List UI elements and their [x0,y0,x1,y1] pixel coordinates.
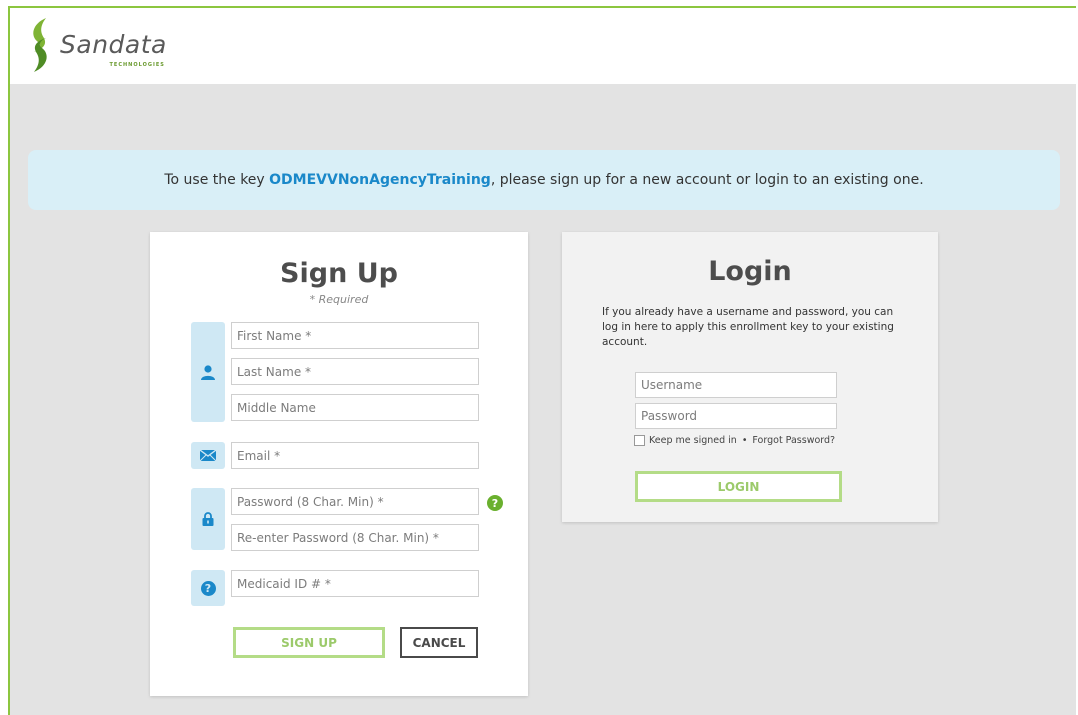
signup-button[interactable]: SIGN UP [233,627,385,658]
password-input[interactable] [231,488,479,515]
remember-row: Keep me signed in • Forgot Password? [634,435,835,446]
login-password-input[interactable] [635,403,837,429]
reenter-password-input[interactable] [231,524,479,551]
email-group-sidebar [191,442,225,469]
password-group-sidebar [191,488,225,550]
enrollment-key: ODMEVVNonAgencyTraining [269,172,491,188]
banner-suffix: , please sign up for a new account or lo… [490,172,924,188]
medicaid-group-sidebar: ? [191,570,225,606]
medicaid-id-input[interactable] [231,570,479,597]
page-frame: Sandata TECHNOLOGIES To use the key ODME… [8,6,1076,715]
signup-title: Sign Up [280,258,398,289]
sandata-logo[interactable]: Sandata TECHNOLOGIES [26,16,167,74]
user-icon [201,365,215,380]
logo-wordmark: Sandata TECHNOLOGIES [60,30,167,68]
forgot-password-link[interactable]: Forgot Password? [752,435,835,446]
keep-signed-in-checkbox[interactable] [634,435,645,446]
banner-prefix: To use the key [164,172,270,188]
login-title: Login [708,256,792,287]
logo-tagline: TECHNOLOGIES [109,62,165,68]
name-group-sidebar [191,322,225,422]
lock-icon [202,512,214,526]
first-name-input[interactable] [231,322,479,349]
separator-dot: • [741,435,748,446]
required-note: * Required [309,293,369,306]
header: Sandata TECHNOLOGIES [10,8,1076,84]
last-name-input[interactable] [231,358,479,385]
question-icon: ? [200,580,216,596]
sandata-logo-icon [33,18,47,72]
logo-name: Sandata [60,30,167,59]
login-button[interactable]: LOGIN [635,471,842,502]
username-input[interactable] [635,372,837,398]
password-help-icon[interactable]: ? [487,495,503,511]
cancel-button[interactable]: CANCEL [400,627,478,658]
signup-card: Sign Up * Required First Name * Last Nam… [150,232,528,696]
envelope-icon [200,450,216,461]
email-input[interactable] [231,442,479,469]
login-card: Login If you already have a username and… [562,232,938,522]
middle-name-input[interactable] [231,394,479,421]
keep-signed-in-label[interactable]: Keep me signed in [649,435,737,446]
login-description: If you already have a username and passw… [602,306,894,348]
enrollment-banner: To use the key ODMEVVNonAgencyTraining ,… [28,150,1060,210]
